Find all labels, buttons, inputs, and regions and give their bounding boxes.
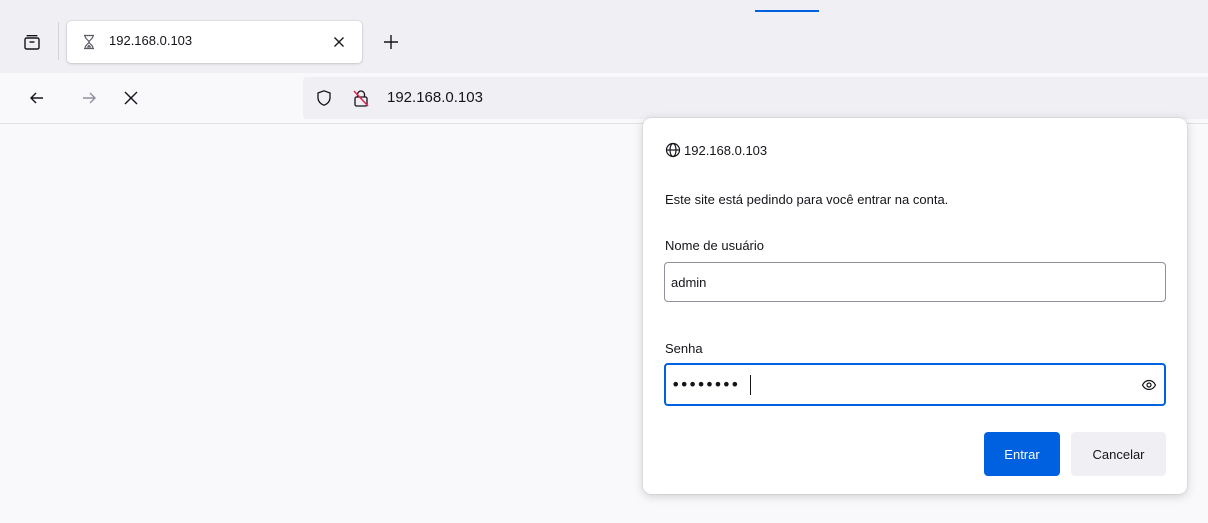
stop-button[interactable]: [118, 85, 144, 111]
password-label: Senha: [665, 341, 703, 356]
url-bar[interactable]: 192.168.0.103: [303, 77, 1208, 119]
arrow-right-icon: [83, 92, 96, 104]
tab-separator: [58, 22, 59, 60]
dialog-origin: 192.168.0.103: [684, 143, 768, 158]
lock-insecure-icon[interactable]: [351, 88, 371, 108]
tab-active[interactable]: 192.168.0.103: [67, 21, 362, 63]
new-tab-icon[interactable]: [379, 30, 403, 54]
username-label: Nome de usuário: [665, 238, 764, 253]
window-top-strip: [0, 0, 1208, 12]
auth-dialog: 192.168.0.103 Este site está pedindo par…: [643, 118, 1187, 494]
arrow-left-icon: [30, 92, 43, 104]
close-icon: [124, 91, 138, 105]
globe-icon: [665, 142, 681, 158]
password-field[interactable]: ••••••••: [664, 363, 1166, 406]
username-field[interactable]: [664, 262, 1166, 302]
sign-in-button[interactable]: Entrar: [984, 432, 1060, 476]
url-text: 192.168.0.103: [387, 89, 483, 106]
list-all-tabs-button[interactable]: [18, 28, 46, 56]
close-tab-icon[interactable]: [329, 32, 349, 52]
hourglass-icon: [84, 34, 94, 50]
eye-icon[interactable]: [1141, 377, 1157, 393]
shield-icon[interactable]: [315, 89, 333, 107]
text-caret: [750, 375, 751, 395]
tab-bar: 192.168.0.103: [0, 12, 1208, 73]
tab-list-icon: [24, 35, 40, 50]
navigation-toolbar: 192.168.0.103: [0, 73, 1208, 124]
forward-button[interactable]: [76, 85, 102, 111]
back-button[interactable]: [24, 85, 50, 111]
cancel-button[interactable]: Cancelar: [1071, 432, 1166, 476]
password-masked-value: ••••••••: [671, 375, 739, 394]
dialog-message: Este site está pedindo para você entrar …: [665, 192, 949, 207]
tab-title: 192.168.0.103: [109, 33, 193, 48]
